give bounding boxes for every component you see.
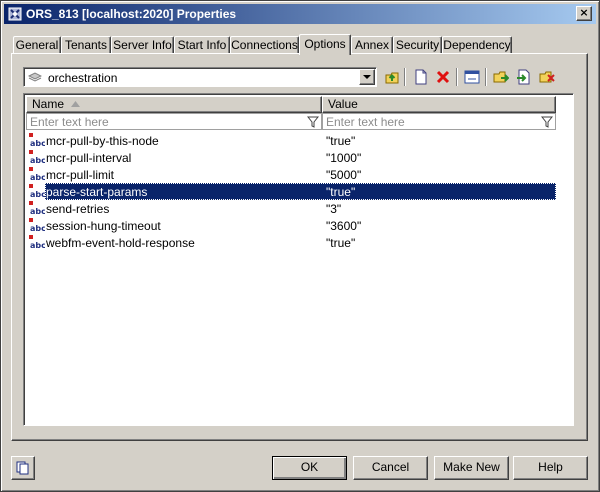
option-row[interactable]: abc webfm-event-hold-response "true" bbox=[26, 234, 556, 251]
import-icon bbox=[517, 69, 530, 85]
option-name: mcr-pull-limit bbox=[46, 168, 114, 182]
option-row[interactable]: abc mcr-pull-limit "5000" bbox=[26, 166, 556, 183]
svg-text:abc: abc bbox=[30, 156, 45, 164]
svg-text:abc: abc bbox=[30, 173, 45, 181]
tab-start-info[interactable]: Start Info bbox=[174, 36, 230, 54]
abc-string-icon: abc bbox=[29, 201, 46, 218]
title-bar[interactable]: ORS_813 [localhost:2020] Properties × bbox=[4, 4, 596, 24]
column-header-value[interactable]: Value bbox=[322, 96, 556, 113]
section-select[interactable]: orchestration bbox=[23, 67, 377, 87]
copy-button[interactable] bbox=[11, 456, 35, 480]
abc-string-icon: abc bbox=[29, 167, 46, 184]
option-name: session-hung-timeout bbox=[46, 219, 161, 233]
export-button[interactable] bbox=[491, 67, 511, 87]
svg-text:abc: abc bbox=[30, 190, 45, 198]
section-dropdown-button[interactable] bbox=[359, 69, 375, 85]
value-filter-placeholder: Enter text here bbox=[326, 115, 405, 129]
option-name: webfm-event-hold-response bbox=[46, 236, 195, 250]
up-folder-button[interactable] bbox=[382, 67, 402, 87]
option-value[interactable]: "1000" bbox=[326, 151, 361, 165]
option-value[interactable]: "3" bbox=[326, 202, 341, 216]
chevron-down-icon bbox=[363, 75, 371, 79]
copy-pages-icon bbox=[16, 461, 29, 475]
window-title: ORS_813 [localhost:2020] Properties bbox=[26, 7, 237, 21]
ok-button[interactable]: OK bbox=[272, 456, 347, 480]
option-value[interactable]: "5000" bbox=[326, 168, 361, 182]
tab-connections[interactable]: Connections bbox=[230, 36, 299, 54]
tab-annex[interactable]: Annex bbox=[351, 36, 393, 54]
svg-text:abc: abc bbox=[30, 224, 45, 232]
option-value[interactable]: "3600" bbox=[326, 219, 361, 233]
name-filter-input[interactable]: Enter text here bbox=[26, 113, 322, 130]
tab-general[interactable]: General bbox=[13, 36, 61, 54]
tab-server-info[interactable]: Server Info bbox=[111, 36, 174, 54]
edit-button[interactable] bbox=[462, 67, 482, 87]
svg-text:abc: abc bbox=[30, 241, 45, 249]
tab-dependency[interactable]: Dependency bbox=[442, 36, 512, 54]
option-value[interactable]: "true" bbox=[326, 236, 355, 250]
copy-option-button[interactable] bbox=[537, 67, 557, 87]
tab-tenants[interactable]: Tenants bbox=[61, 36, 111, 54]
cancel-button[interactable]: Cancel bbox=[353, 456, 428, 480]
svg-text:abc: abc bbox=[30, 139, 45, 147]
option-value[interactable]: "true" bbox=[326, 185, 355, 199]
column-header-value-label: Value bbox=[328, 97, 358, 111]
up-folder-icon bbox=[385, 72, 399, 84]
section-icon bbox=[27, 71, 43, 83]
abc-string-icon: abc bbox=[29, 235, 46, 252]
name-filter-placeholder: Enter text here bbox=[30, 115, 109, 129]
toolbar-separator bbox=[456, 68, 458, 86]
abc-string-icon: abc bbox=[29, 150, 46, 167]
delete-button[interactable] bbox=[433, 67, 453, 87]
sort-ascending-icon bbox=[71, 101, 80, 107]
value-filter-input[interactable]: Enter text here bbox=[322, 113, 556, 130]
option-name: mcr-pull-interval bbox=[46, 151, 132, 165]
option-name: mcr-pull-by-this-node bbox=[46, 134, 159, 148]
toolbar-separator bbox=[485, 68, 487, 86]
section-select-value: orchestration bbox=[48, 71, 118, 85]
edit-icon bbox=[464, 70, 480, 84]
close-button[interactable]: × bbox=[576, 6, 592, 21]
abc-string-icon: abc bbox=[29, 218, 46, 235]
new-item-button[interactable] bbox=[411, 67, 431, 87]
app-icon bbox=[8, 7, 22, 21]
tab-security[interactable]: Security bbox=[393, 36, 442, 54]
delete-icon bbox=[436, 70, 450, 84]
option-value[interactable]: "true" bbox=[326, 134, 355, 148]
option-name: send-retries bbox=[46, 202, 110, 216]
tab-options[interactable]: Options bbox=[299, 34, 351, 55]
make-new-button[interactable]: Make New bbox=[434, 456, 509, 480]
option-row[interactable]: abc mcr-pull-by-this-node "true" bbox=[26, 132, 556, 149]
options-grid[interactable]: Name Value Enter text here Enter text he… bbox=[23, 93, 574, 426]
abc-string-icon: abc bbox=[29, 133, 46, 150]
properties-window: ORS_813 [localhost:2020] Properties × Ge… bbox=[0, 0, 600, 492]
option-row[interactable]: abc session-hung-timeout "3600" bbox=[26, 217, 556, 234]
copy-option-icon bbox=[539, 71, 555, 83]
new-item-icon bbox=[415, 69, 427, 85]
filter-icon[interactable] bbox=[307, 116, 319, 128]
close-icon: × bbox=[579, 6, 589, 19]
option-name: parse-start-params bbox=[46, 185, 148, 199]
filter-icon[interactable] bbox=[541, 116, 553, 128]
column-header-name-label: Name bbox=[32, 97, 65, 111]
export-icon bbox=[493, 71, 509, 83]
toolbar-separator bbox=[404, 68, 406, 86]
column-header-name[interactable]: Name bbox=[26, 96, 322, 113]
help-button[interactable]: Help bbox=[513, 456, 588, 480]
option-row[interactable]: abc send-retries "3" bbox=[26, 200, 556, 217]
option-row[interactable]: abc mcr-pull-interval "1000" bbox=[26, 149, 556, 166]
abc-string-icon: abc bbox=[29, 184, 46, 201]
svg-text:abc: abc bbox=[30, 207, 45, 215]
option-row[interactable]: abc parse-start-params "true" bbox=[26, 183, 556, 200]
import-button[interactable] bbox=[514, 67, 534, 87]
